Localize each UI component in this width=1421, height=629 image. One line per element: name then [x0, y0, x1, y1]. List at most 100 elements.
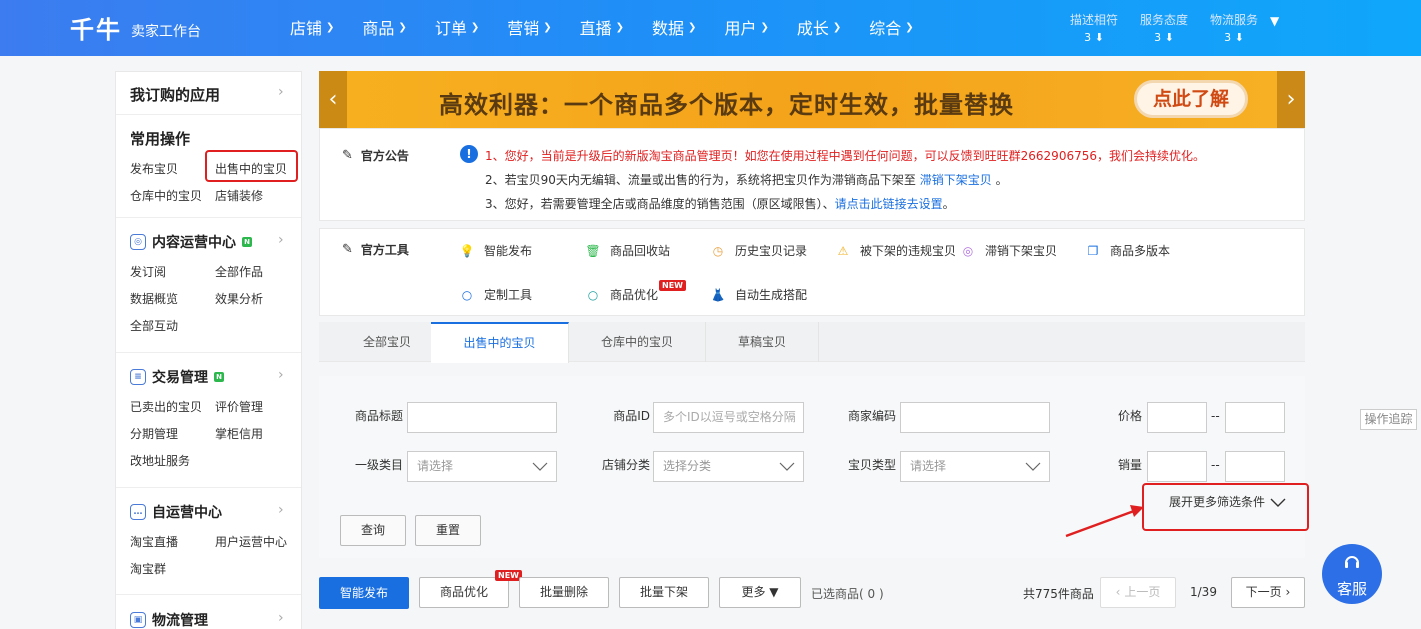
tab-warehouse[interactable]: 仓库中的宝贝 — [569, 322, 706, 362]
sidebar-trade[interactable]: ≡ 交易管理 N — [130, 367, 224, 387]
category-label: 一级类目 — [354, 458, 403, 472]
tool-recycle-bin[interactable]: 🗑 商品回收站 — [585, 242, 670, 259]
sales-min-input[interactable] — [1147, 451, 1207, 482]
search-icon: ○ — [587, 287, 599, 302]
tool-custom[interactable]: ○ 定制工具 — [460, 286, 532, 303]
nav-live[interactable]: 直播 ❯ — [580, 15, 624, 39]
rating-description[interactable]: 描述相符 3 ⬇ — [1064, 11, 1124, 47]
more-button[interactable]: 更多 ▼ — [719, 577, 801, 608]
prev-page-button[interactable]: ‹ 上一页 — [1100, 577, 1176, 608]
banner-prev-icon[interactable]: ‹ — [319, 71, 347, 128]
banner-text: 高效利器：一个商品多个版本，定时生效，批量替换 — [439, 91, 1014, 119]
tool-auto-match[interactable]: 👗 自动生成搭配 — [711, 286, 807, 303]
sidebar-link-credit[interactable]: 掌柜信用 — [215, 425, 263, 442]
clothes-icon: 👗 — [710, 287, 726, 302]
unsold-link[interactable]: 滞销下架宝贝 — [920, 173, 992, 187]
layers-icon: ❐ — [1087, 243, 1099, 258]
sidebar-link-all-works[interactable]: 全部作品 — [215, 263, 263, 280]
sidebar-link-user-ops[interactable]: 用户运营中心 — [215, 533, 287, 550]
sidebar-link-decoration[interactable]: 店铺装修 — [215, 187, 263, 204]
new-tag-icon: N — [214, 372, 224, 382]
banner-next-icon[interactable]: › — [1277, 71, 1305, 128]
chevron-down-icon: ❯ — [470, 21, 480, 33]
caret-down-icon[interactable]: ▼ — [1270, 14, 1279, 28]
nav-shop[interactable]: 店铺 ❯ — [290, 15, 334, 39]
nav-general[interactable]: 综合 ❯ — [869, 15, 913, 39]
banner-learn-more-button[interactable]: 点此了解 — [1134, 80, 1248, 118]
sidebar-link-live[interactable]: 淘宝直播 — [130, 533, 178, 550]
sidebar-link-reviews[interactable]: 评价管理 — [215, 398, 263, 415]
operation-track-button[interactable]: 操作追踪 — [1360, 409, 1417, 430]
sidebar-self-ops[interactable]: … 自运营中心 — [130, 502, 222, 522]
optimize-button[interactable]: 商品优化 — [419, 577, 509, 608]
tool-multi-version[interactable]: ❐ 商品多版本 — [1086, 242, 1170, 259]
rating-service[interactable]: 服务态度 3 ⬇ — [1134, 11, 1194, 47]
tool-smart-publish[interactable]: 💡 智能发布 — [460, 242, 532, 259]
notice-line-1: 1、您好，当前是升级后的新版淘宝商品管理页！如您在使用过程中遇到任何问题，可以反… — [485, 149, 1205, 163]
id-input[interactable]: 多个ID以逗号或空格分隔 — [653, 402, 804, 433]
tab-on-sale[interactable]: 出售中的宝贝 — [431, 322, 569, 363]
tool-history[interactable]: ◷ 历史宝贝记录 — [711, 242, 807, 259]
type-select[interactable]: 请选择 — [900, 451, 1050, 482]
chevron-right-icon[interactable]: › — [278, 232, 284, 248]
smart-publish-button[interactable]: 智能发布 — [319, 577, 409, 609]
history-icon: ◷ — [712, 243, 724, 258]
sidebar-link-publish[interactable]: 发布宝贝 — [130, 160, 178, 177]
sidebar-link-group[interactable]: 淘宝群 — [130, 560, 166, 577]
sidebar-link-address[interactable]: 改地址服务 — [130, 452, 190, 469]
sales-max-input[interactable] — [1225, 451, 1285, 482]
nav-marketing[interactable]: 营销 ❯ — [507, 15, 551, 39]
chevron-right-icon[interactable]: › — [278, 367, 284, 383]
sidebar-link-sold[interactable]: 已卖出的宝贝 — [130, 398, 202, 415]
sidebar-link-subscribe[interactable]: 发订阅 — [130, 263, 166, 280]
nav-orders[interactable]: 订单 ❯ — [435, 15, 479, 39]
divider — [116, 594, 301, 595]
query-button[interactable]: 查询 — [340, 515, 406, 546]
sales-label: 销量 — [1117, 458, 1142, 472]
sidebar-logistics[interactable]: ▣ 物流管理 — [130, 610, 208, 629]
chevron-right-icon[interactable]: › — [278, 502, 284, 518]
trash-icon: 🗑 — [585, 243, 601, 258]
code-input[interactable] — [900, 402, 1050, 433]
filter-panel: 商品标题 商品ID 多个ID以逗号或空格分隔 商家编码 价格 -- 一级类目 请… — [319, 376, 1309, 558]
sidebar-link-warehouse[interactable]: 仓库中的宝贝 — [130, 187, 202, 204]
chevron-down-icon: ❯ — [832, 21, 842, 33]
title-input[interactable] — [407, 402, 557, 433]
batch-delete-button[interactable]: 批量删除 — [519, 577, 609, 608]
tab-drafts[interactable]: 草稿宝贝 — [706, 322, 819, 362]
nav-growth[interactable]: 成长 ❯ — [797, 15, 841, 39]
sidebar-content-center[interactable]: ◎ 内容运营中心 N — [130, 232, 252, 252]
sidebar-common-ops: 常用操作 — [130, 130, 191, 148]
notice-line-2: 2、若宝贝90天内无编辑、流量或出售的行为，系统将把宝贝作为滞销商品下架至 滞销… — [485, 173, 1008, 187]
nav-goods[interactable]: 商品 ❯ — [362, 15, 406, 39]
price-max-input[interactable] — [1225, 402, 1285, 433]
shop-category-select[interactable]: 选择分类 — [653, 451, 804, 482]
price-min-input[interactable] — [1147, 402, 1207, 433]
settings-link[interactable]: 请点击此链接去设置 — [835, 197, 943, 211]
sidebar-link-installment[interactable]: 分期管理 — [130, 425, 178, 442]
range-separator: -- — [1211, 458, 1220, 472]
range-separator: -- — [1211, 409, 1220, 423]
sidebar-link-data-overview[interactable]: 数据概览 — [130, 290, 178, 307]
next-page-button[interactable]: 下一页 › — [1231, 577, 1305, 608]
code-label: 商家编码 — [847, 409, 896, 423]
batch-offline-button[interactable]: 批量下架 — [619, 577, 709, 608]
chevron-down-icon — [779, 462, 795, 471]
category-select[interactable]: 请选择 — [407, 451, 557, 482]
reset-button[interactable]: 重置 — [415, 515, 481, 546]
tool-optimize[interactable]: ○ 商品优化 — [586, 286, 658, 303]
customer-service-button[interactable]: 客服 — [1322, 544, 1382, 604]
nav-users[interactable]: 用户 ❯ — [724, 15, 768, 39]
promo-banner[interactable]: ‹ 高效利器：一个商品多个版本，定时生效，批量替换 点此了解 › — [319, 71, 1305, 128]
rating-logistics[interactable]: 物流服务 3 ⬇ — [1204, 11, 1264, 47]
new-badge: NEW — [659, 280, 686, 291]
tool-violations[interactable]: ⚠ 被下架的违规宝贝 — [836, 242, 956, 259]
sidebar-link-effect[interactable]: 效果分析 — [215, 290, 263, 307]
sidebar-my-apps[interactable]: 我订购的应用 — [130, 84, 220, 105]
qianniu-logo[interactable]: 千牛 — [70, 10, 122, 45]
nav-data[interactable]: 数据 ❯ — [652, 15, 696, 39]
chevron-right-icon[interactable]: › — [278, 84, 284, 100]
chevron-right-icon[interactable]: › — [278, 610, 284, 626]
tool-unsold[interactable]: ◎ 滞销下架宝贝 — [961, 242, 1057, 259]
sidebar-link-interaction[interactable]: 全部互动 — [130, 317, 178, 334]
